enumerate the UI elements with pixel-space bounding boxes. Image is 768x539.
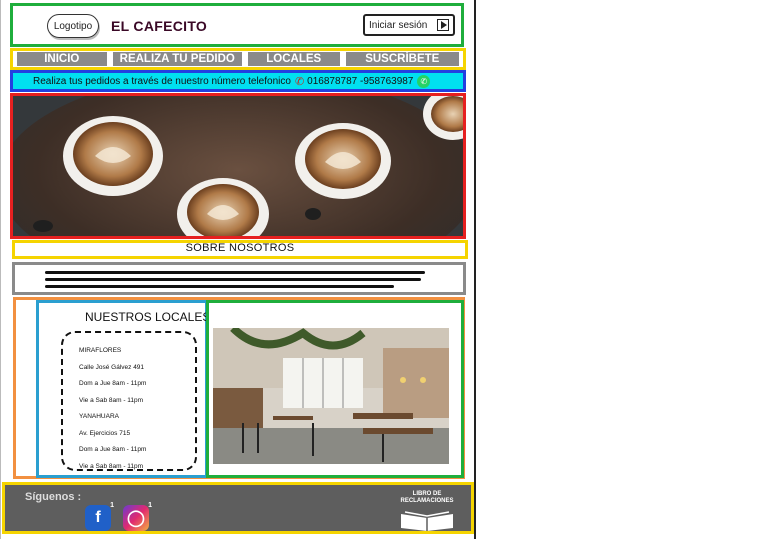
about-text-scribble: [12, 262, 466, 295]
login-button[interactable]: Iniciar sesión: [363, 14, 455, 36]
whatsapp-icon[interactable]: ✆: [417, 74, 431, 88]
address-line: Vie a Sab 8am - 11pm: [79, 396, 144, 404]
brand-title: EL CAFECITO: [111, 18, 208, 34]
phone-banner: Realiza tus pedidos a través de nuestro …: [10, 70, 466, 92]
address-line: Dom a Jue 8am - 11pm: [79, 446, 147, 453]
address-list: MIRAFLORES Calle José Gálvez 491 Dom a J…: [61, 331, 197, 471]
phone-numbers[interactable]: 016878787 -958763987: [307, 76, 413, 87]
notification-badge: 1: [148, 502, 152, 509]
footer: Síguenos : f1 ◯ 1 LIBRO DE RECLAMACIONES: [2, 482, 474, 534]
coffee-cups-image: [13, 96, 463, 236]
locales-title: NUESTROS LOCALES: [85, 310, 211, 324]
nav-item-inicio[interactable]: INICIO: [17, 52, 107, 66]
instagram-icon[interactable]: ◯ 1: [123, 502, 152, 531]
about-title: SOBRE NOSOTROS: [12, 240, 468, 259]
phone-banner-text: Realiza tus pedidos a través de nuestro …: [33, 75, 291, 87]
complaints-book-label: LIBRO DE RECLAMACIONES: [400, 491, 454, 504]
nav-item-suscribete[interactable]: SUSCRÍBETE: [345, 52, 459, 66]
main-nav: INICIO REALIZA TU PEDIDO LOCALES SUSCRÍB…: [10, 48, 466, 70]
nav-item-pedido[interactable]: REALIZA TU PEDIDO: [112, 52, 242, 66]
open-book-icon: [401, 511, 453, 531]
nav-item-locales[interactable]: LOCALES: [247, 52, 340, 66]
complaints-book[interactable]: LIBRO DE RECLAMACIONES: [397, 491, 457, 532]
play-arrow-icon: [437, 19, 449, 31]
login-label: Iniciar sesión: [369, 19, 428, 31]
facebook-icon[interactable]: f1: [85, 502, 114, 531]
address-line: MIRAFLORES: [79, 347, 122, 354]
logo[interactable]: Logotipo: [47, 14, 99, 38]
cafe-interior-image: [213, 328, 449, 464]
address-line: YANAHUARA: [79, 413, 119, 420]
locales-photo-frame: [206, 300, 464, 478]
follow-label: Síguenos :: [25, 491, 82, 503]
phone-icon: ✆: [294, 75, 305, 88]
address-line: Av. Ejercicios 715: [79, 429, 131, 437]
hero-image: [10, 93, 466, 239]
address-line: Vie a Sab 8am - 11pm: [79, 462, 144, 470]
locales-info: NUESTROS LOCALES MIRAFLORES Calle José G…: [36, 300, 211, 478]
header: Logotipo EL CAFECITO Iniciar sesión: [10, 3, 464, 47]
notification-badge: 1: [110, 502, 114, 509]
address-line: Calle José Gálvez 491: [79, 363, 145, 371]
address-line: Dom a Jue 8am - 11pm: [79, 380, 147, 387]
